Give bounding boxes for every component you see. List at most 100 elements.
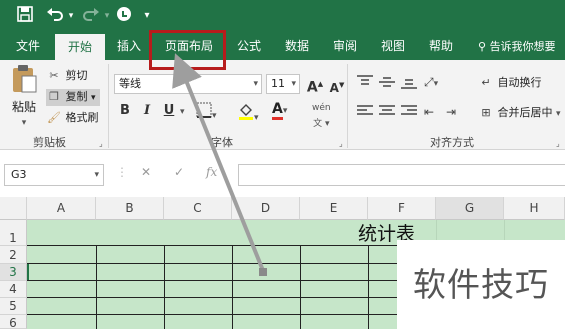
align-right-button[interactable] [400, 104, 418, 123]
font-color-icon: A [272, 101, 283, 120]
bold-button[interactable]: B [116, 102, 134, 120]
tab-file[interactable]: 文件 [6, 33, 50, 60]
phonetic-button[interactable]: wén 文 ▾ [312, 100, 331, 132]
wrap-text-label: 自动换行 [497, 76, 542, 89]
row-header[interactable]: 6 [0, 315, 27, 329]
tab-help[interactable]: 帮助 [420, 33, 462, 60]
save-icon[interactable] [14, 6, 36, 26]
align-bottom-button[interactable] [400, 74, 418, 95]
tab-insert[interactable]: 插入 [108, 33, 150, 60]
tab-formulas[interactable]: 公式 [228, 33, 270, 60]
align-center-button[interactable] [378, 104, 396, 123]
wrap-text-button[interactable]: ↵ 自动换行 [478, 75, 542, 91]
ribbon-home-panel: 粘贴 ▾ ✂ 剪切 ❐ 复制 ▾ 🖌 格式刷 剪贴板 ⌟ 等线 ▾ 11 ▾ A▲ … [0, 60, 565, 150]
row-header[interactable]: 4 [0, 281, 27, 298]
underline-button[interactable]: U [160, 102, 178, 120]
select-all-corner[interactable] [0, 197, 27, 220]
name-box[interactable]: G3 ▾ [4, 164, 104, 186]
cut-label: 剪切 [65, 69, 88, 82]
align-bottom-icon [401, 79, 417, 89]
format-painter-label: 格式刷 [65, 111, 99, 124]
watermark: 软件技巧 [397, 240, 565, 329]
tab-home[interactable]: 开始 [55, 34, 105, 61]
tell-me-search[interactable]: ⚲ 告诉我你想要 [478, 33, 556, 60]
tab-review[interactable]: 审阅 [324, 33, 366, 60]
underline-dropdown-icon[interactable]: ▾ [180, 104, 185, 120]
borders-icon [196, 102, 212, 118]
decrease-font-icon[interactable]: A▼ [328, 76, 346, 97]
column-header[interactable]: F [368, 197, 436, 220]
redo-dropdown-icon[interactable]: ▾ [102, 6, 112, 26]
row-header[interactable]: 5 [0, 298, 27, 315]
copy-dropdown-icon[interactable]: ▾ [91, 93, 96, 103]
chevron-down-icon: ▾ [94, 170, 99, 180]
cancel-icon[interactable]: ✕ [141, 165, 151, 179]
font-group-label: 字体 [211, 136, 233, 149]
merge-center-label: 合并后居中 [497, 106, 553, 119]
format-painter-button[interactable]: 🖌 格式刷 [46, 110, 99, 126]
table-border [96, 245, 97, 329]
column-header[interactable]: H [504, 197, 565, 220]
undo-icon[interactable] [44, 6, 66, 26]
paste-label: 粘贴 [11, 100, 36, 114]
ribbon-tabs: 文件 开始 插入 页面布局 公式 数据 审阅 视图 帮助 ⚲ 告诉我你想要 [0, 33, 565, 61]
active-row-indicator [27, 264, 29, 280]
column-header[interactable]: D [232, 197, 300, 220]
increase-font-icon[interactable]: A▲ [306, 75, 324, 97]
table-border [27, 297, 397, 298]
column-header-selected[interactable]: G [436, 197, 504, 220]
paste-icon [13, 65, 37, 93]
search-icon: ⚲ [478, 40, 490, 53]
align-top-icon [357, 75, 373, 85]
align-center-icon [379, 105, 395, 115]
undo-dropdown-icon[interactable]: ▾ [66, 6, 76, 26]
table-border [300, 245, 301, 329]
table-border [232, 245, 233, 329]
column-header[interactable]: B [96, 197, 164, 220]
increase-indent-icon: ⇥ [446, 105, 457, 119]
align-left-button[interactable] [356, 104, 374, 123]
font-name-select[interactable]: 等线 ▾ [114, 74, 262, 94]
tab-view[interactable]: 视图 [372, 33, 414, 60]
touch-mode-icon[interactable] [114, 6, 134, 26]
table-border [27, 314, 397, 315]
redo-icon[interactable] [80, 6, 102, 26]
decrease-indent-button[interactable]: ⇤ [424, 104, 434, 121]
chevron-down-icon: ▾ [253, 79, 258, 89]
table-border [27, 263, 397, 264]
scissors-icon: ✂ [49, 69, 59, 82]
increase-indent-button[interactable]: ⇥ [446, 104, 456, 121]
paste-dropdown-icon[interactable]: ▾ [8, 115, 40, 131]
insert-function-icon[interactable]: fx [206, 165, 217, 179]
font-color-button[interactable]: A▾ [272, 101, 298, 120]
quick-access-toolbar: ▾ ▾ ▾ [0, 0, 565, 33]
column-header[interactable]: A [27, 197, 96, 220]
borders-button[interactable]: ▾ [196, 102, 222, 124]
formula-bar: G3 ▾ ⋮ ✕ ✓ fx [0, 150, 565, 197]
copy-button[interactable]: ❐ 复制 ▾ [46, 89, 100, 106]
row-header[interactable]: 2 [0, 246, 27, 264]
merge-center-button[interactable]: ⊞ 合并后居中 ▾ [478, 105, 560, 122]
font-name-value: 等线 [119, 77, 141, 90]
row-header[interactable]: 1 [0, 220, 27, 246]
group-divider [108, 64, 109, 148]
italic-button[interactable]: I [138, 102, 156, 120]
column-header[interactable]: E [300, 197, 368, 220]
align-middle-button[interactable] [378, 74, 396, 95]
row-header-selected[interactable]: 3 [0, 264, 27, 281]
check-icon[interactable]: ✓ [174, 165, 184, 179]
paste-button[interactable]: 粘贴 ▾ [8, 64, 40, 131]
brush-icon: 🖌 [47, 111, 61, 124]
cut-button[interactable]: ✂ 剪切 [46, 68, 88, 84]
orientation-icon: ⤢ [424, 75, 434, 89]
align-top-button[interactable] [356, 74, 374, 95]
fill-color-button[interactable]: ▾ [238, 102, 264, 126]
customize-icon[interactable]: ▾ [141, 6, 153, 26]
column-header[interactable]: C [164, 197, 232, 220]
orientation-button[interactable]: ⤢▾ [424, 74, 438, 92]
formula-input[interactable] [238, 164, 565, 186]
tab-data[interactable]: 数据 [276, 33, 318, 60]
font-size-select[interactable]: 11 ▾ [266, 74, 300, 94]
table-border [164, 245, 165, 329]
align-right-icon [401, 105, 417, 115]
